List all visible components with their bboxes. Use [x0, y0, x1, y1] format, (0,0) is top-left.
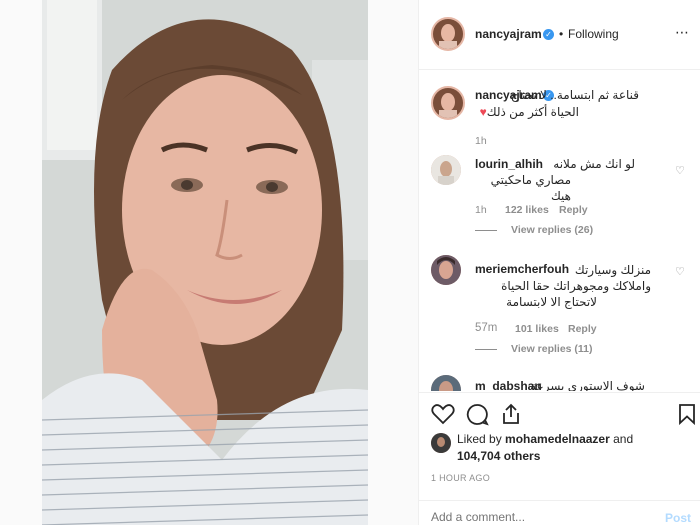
liked-by-user-link[interactable]: mohamedelnaazer	[505, 432, 610, 446]
liked-by-prefix: Liked by	[457, 432, 502, 446]
share-icon[interactable]	[500, 402, 522, 426]
bookmark-icon[interactable]	[678, 403, 696, 425]
comment-text-line-1: لو انك مش ملانه	[553, 157, 635, 171]
like-comment-heart-icon[interactable]: ♡	[675, 164, 685, 177]
reply-button[interactable]: Reply	[568, 323, 597, 335]
caption-line-1: قناعة ثم ابتسامة.. لا تحتاج	[510, 88, 639, 102]
portrait-image	[42, 0, 368, 525]
avatar-image	[433, 88, 463, 118]
comment-time: 57m	[475, 322, 498, 334]
avatar-image	[431, 375, 461, 391]
comment-text-line-3: لاتحتاج الا لابتسامة	[506, 295, 597, 309]
post-actions: Liked by mohamedelnaazer and 104,704 oth…	[419, 392, 700, 525]
liker-avatar[interactable]	[431, 433, 451, 453]
like-comment-heart-icon[interactable]: ♡	[675, 265, 685, 278]
avatar-image	[433, 19, 463, 49]
comment-time: 1h	[475, 204, 487, 216]
comment-text-line-1: منزلك وسيارتك	[574, 263, 651, 277]
comment-text-partial: شوف الاستوري بسرعة	[530, 379, 645, 391]
replies-divider	[475, 230, 497, 231]
liked-by-and: and	[613, 432, 634, 446]
post-photo[interactable]	[42, 0, 368, 525]
comment-avatar[interactable]	[431, 255, 461, 285]
view-replies-button[interactable]: View replies (11)	[511, 343, 593, 355]
reply-button[interactable]: Reply	[559, 204, 588, 216]
avatar-image	[431, 433, 451, 453]
view-replies-button[interactable]: View replies (26)	[511, 224, 593, 236]
comment-bubble-icon[interactable]	[466, 403, 489, 426]
post-details-panel: nancyajram ✓ • Following ⋯ nancyajram ✓ …	[418, 0, 700, 525]
liked-by-text: Liked by mohamedelnaazer and 104,704 oth…	[457, 431, 657, 465]
heart-emoji-icon: ♥	[479, 105, 487, 119]
comments-list: nancyajram ✓ قناعة ثم ابتسامة.. لا تحتاج…	[419, 71, 700, 391]
verified-badge-icon: ✓	[543, 29, 554, 40]
add-comment-bar: Post	[419, 500, 700, 525]
post-header: nancyajram ✓ • Following ⋯	[419, 0, 700, 70]
comment-avatar[interactable]	[431, 375, 461, 391]
comment-text-line-2: واملاكك ومجوهراتك حقا الحياة	[501, 279, 651, 293]
post-comment-button[interactable]: Post	[665, 511, 691, 525]
following-button[interactable]: Following	[568, 27, 619, 41]
add-comment-input[interactable]	[431, 510, 631, 524]
more-options-icon[interactable]: ⋯	[675, 24, 690, 41]
comment-likes[interactable]: 122 likes	[505, 204, 549, 216]
comment-likes[interactable]: 101 likes	[515, 323, 559, 335]
like-heart-icon[interactable]	[431, 403, 455, 425]
caption-time: 1h	[475, 135, 487, 147]
post-timestamp: 1 HOUR AGO	[431, 473, 491, 483]
caption-avatar[interactable]	[431, 86, 465, 120]
author-username[interactable]: nancyajram	[475, 27, 542, 41]
comment-avatar[interactable]	[431, 155, 461, 185]
comment-text-line-2: مصاري ماحكيتي هيك	[490, 173, 571, 203]
avatar-image	[431, 155, 461, 185]
author-avatar[interactable]	[431, 17, 465, 51]
replies-divider	[475, 349, 497, 350]
likes-count-link[interactable]: 104,704 others	[457, 449, 540, 463]
caption-line-2: الحياة أكثر من ذلك♥	[479, 105, 579, 119]
avatar-image	[431, 255, 461, 285]
separator-dot: •	[559, 27, 564, 41]
